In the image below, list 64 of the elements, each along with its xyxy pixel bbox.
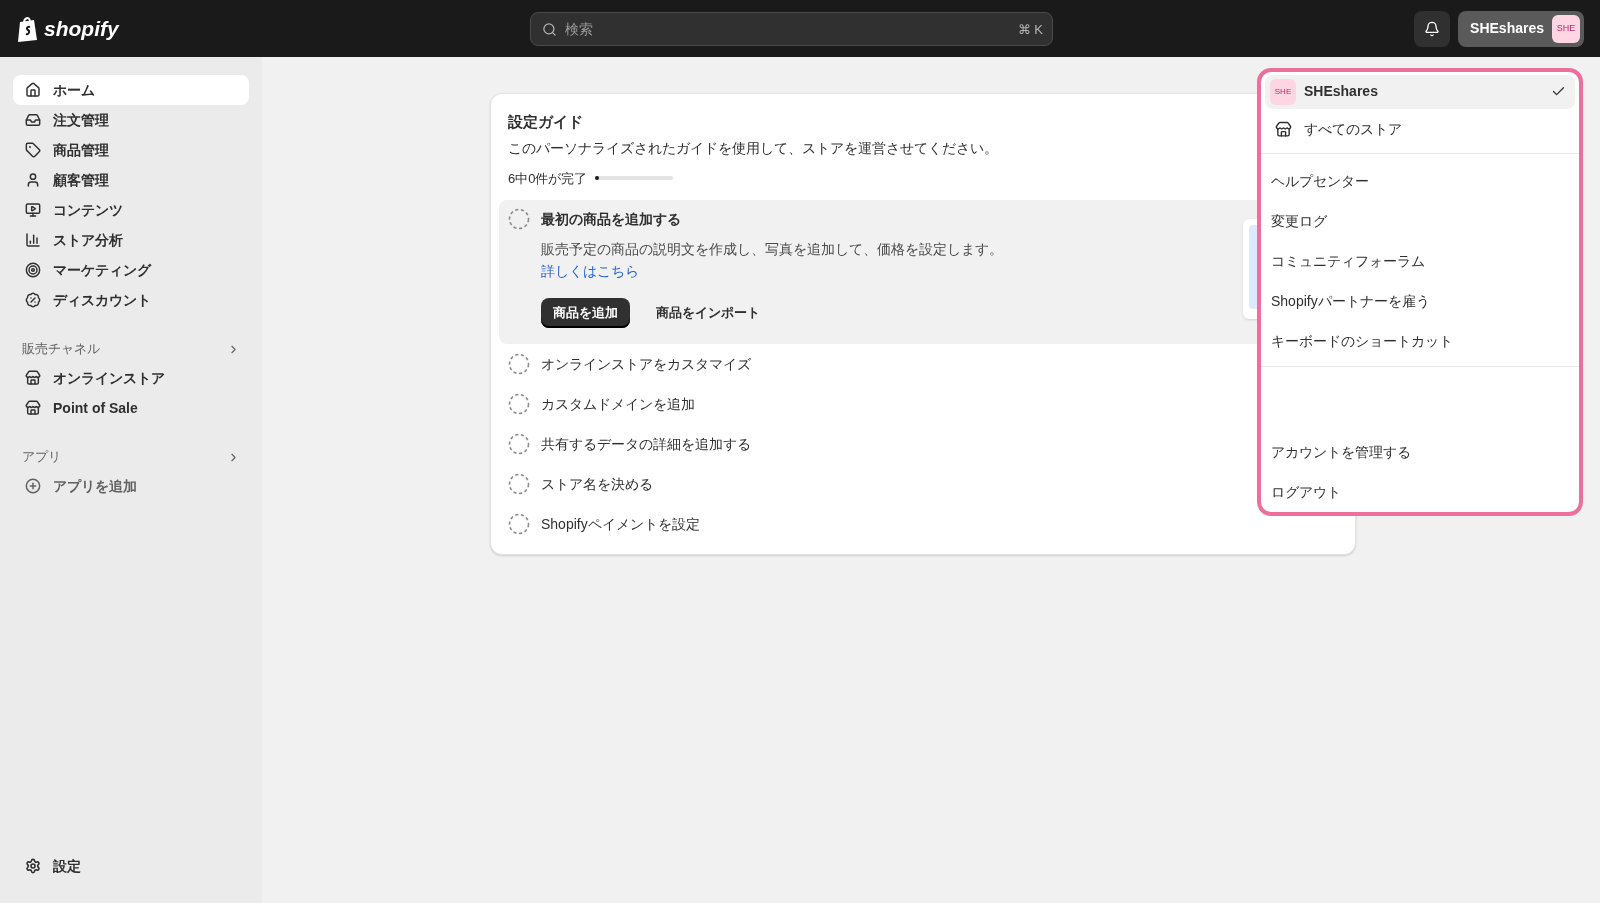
monitor-icon — [25, 202, 41, 218]
settings-icon — [25, 858, 41, 874]
all-stores-item[interactable]: すべてのストア — [1265, 108, 1575, 150]
bar-chart-icon — [25, 232, 41, 248]
menu-link[interactable]: ヘルプセンター — [1265, 161, 1575, 201]
nav-item[interactable]: Point of Sale — [13, 393, 249, 423]
nav-item[interactable]: ホーム — [13, 75, 249, 105]
setup-task[interactable]: カスタムドメインを追加 — [508, 384, 695, 424]
task-description: 販売予定の商品の説明文を作成し、写真を追加して、価格を設定します。 詳しくはこちら — [541, 240, 1004, 281]
setup-task[interactable]: ストア名を決める — [508, 464, 653, 504]
menu-link[interactable]: キーボードのショートカット — [1265, 321, 1575, 361]
import-products-button[interactable]: 商品をインポート — [656, 298, 760, 328]
dashed-circle-icon — [508, 208, 530, 230]
task-title: 最初の商品を追加する — [541, 210, 682, 229]
nav-item[interactable]: 商品管理 — [13, 135, 249, 165]
notifications-button[interactable] — [1414, 10, 1451, 47]
shopping-bag-logo-icon — [16, 14, 40, 43]
target-icon — [25, 262, 41, 278]
inbox-icon — [25, 112, 41, 128]
search-icon — [542, 21, 557, 37]
store-avatar: SHE — [1552, 14, 1580, 43]
percent-badge-icon — [25, 292, 41, 308]
plus-circle-icon — [25, 478, 41, 494]
account-link[interactable]: アカウントを管理する — [1265, 432, 1575, 472]
add-product-button[interactable]: 商品を追加 — [541, 298, 630, 328]
tag-icon — [25, 142, 41, 158]
storefront-icon — [25, 370, 41, 386]
person-icon — [25, 172, 41, 188]
setup-task[interactable]: 共有するデータの詳細を追加する — [508, 424, 751, 464]
nav-item[interactable]: コンテンツ — [13, 195, 249, 225]
home-icon — [25, 82, 41, 98]
dashed-circle-icon — [508, 473, 530, 495]
section-header[interactable]: アプリ — [13, 443, 249, 471]
learn-more-link[interactable]: 詳しくはこちら — [541, 263, 639, 279]
dashed-circle-icon — [508, 353, 530, 375]
keyboard-shortcut: ⌘ K — [1017, 20, 1043, 39]
nav-item[interactable]: 注文管理 — [13, 105, 249, 135]
storefront-icon — [1275, 120, 1292, 138]
menu-link[interactable]: Shopifyパートナーを雇う — [1265, 281, 1575, 321]
storefront-icon — [25, 400, 41, 416]
section-header[interactable]: 販売チャネル — [13, 335, 249, 363]
bell-icon — [1424, 20, 1441, 37]
progress-text: 6中0件が完了 — [508, 169, 588, 188]
nav-item[interactable]: ストア分析 — [13, 225, 249, 255]
setup-task[interactable]: Shopifyペイメントを設定 — [508, 504, 700, 544]
store-button[interactable]: SHEshares SHE — [1458, 10, 1584, 47]
card-description: このパーソナライズされたガイドを使用して、ストアを運営させてください。 — [508, 138, 999, 158]
store-menu-item[interactable]: SHE SHEshares — [1265, 75, 1575, 109]
nav-item[interactable]: ディスカウント — [13, 285, 249, 315]
dashed-circle-icon — [508, 513, 530, 535]
account-link[interactable]: ログアウト — [1265, 472, 1575, 512]
logo-wordmark: shopify — [44, 15, 119, 42]
dashed-circle-icon — [508, 393, 530, 415]
settings-nav-item[interactable]: 設定 — [13, 851, 249, 881]
store-avatar: SHE — [1270, 78, 1296, 105]
nav-item[interactable]: オンラインストア — [13, 363, 249, 393]
nav-item[interactable]: 顧客管理 — [13, 165, 249, 195]
card-title: 設定ガイド — [508, 112, 583, 132]
nav-item[interactable]: マーケティング — [13, 255, 249, 285]
nav-item[interactable]: アプリを追加 — [13, 471, 249, 501]
menu-link[interactable]: 変更ログ — [1265, 201, 1575, 241]
dashed-circle-icon — [508, 433, 530, 455]
menu-link[interactable]: コミュニティフォーラム — [1265, 241, 1575, 281]
setup-task[interactable]: オンラインストアをカスタマイズ — [508, 344, 751, 384]
